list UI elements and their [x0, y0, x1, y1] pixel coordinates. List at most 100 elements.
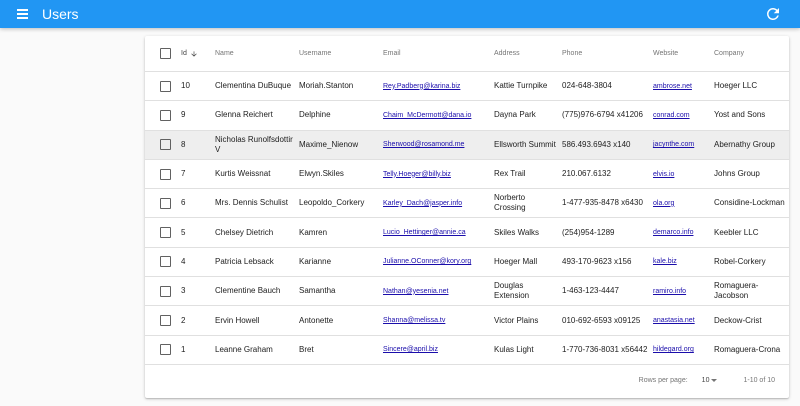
row-checkbox[interactable] [159, 285, 171, 297]
table-row[interactable]: 2 Ervin Howell Antonette Shanna@melissa.tv V… [145, 306, 789, 336]
cell-id: 10 [181, 81, 190, 91]
website-link[interactable]: anastasia.net [653, 317, 695, 324]
email-link[interactable]: Julianne.OConner@kory.org [383, 258, 471, 265]
row-select-cell [145, 285, 181, 297]
row-select-cell [145, 139, 181, 151]
email-link[interactable]: Sincere@april.biz [383, 346, 438, 353]
refresh-icon[interactable] [764, 5, 782, 23]
website-cell: kale.biz [653, 256, 714, 267]
column-header-company[interactable]: Company [714, 50, 789, 57]
website-link[interactable]: ambrose.net [653, 83, 692, 90]
cell-name: Patricia Lebsack [215, 256, 274, 266]
cell-company: Romaguera-Jacobson [714, 281, 759, 301]
cell-company: Deckow-Crist [714, 315, 762, 325]
row-checkbox[interactable] [159, 109, 171, 121]
website-link[interactable]: conrad.com [653, 112, 690, 119]
cell-id: 8 [181, 139, 186, 149]
cell-phone: 010-692-6593 x09125 [562, 315, 641, 325]
website-cell: elvis.io [653, 169, 714, 180]
table-row[interactable]: 9 Glenna Reichert Delphine Chaim_McDermott@… [145, 101, 789, 131]
cell-id: 2 [181, 315, 186, 325]
cell-address: Kulas Light [494, 344, 534, 354]
cell-address: Ellsworth Summit [494, 139, 556, 149]
pagination-range: 1-10 of 10 [743, 377, 775, 385]
cell-address: Norberto Crossing [494, 193, 526, 213]
table-row[interactable]: 6 Mrs. Dennis Schulist Leopoldo_Corkery Kar… [145, 189, 789, 219]
table-row[interactable]: 7 Kurtis Weissnat Elwyn.Skiles Telly.Hoeger… [145, 160, 789, 190]
cell-phone: 210.067.6132 [562, 169, 611, 179]
row-checkbox[interactable] [159, 139, 171, 151]
website-link[interactable]: jacynthe.com [653, 141, 694, 148]
row-checkbox[interactable] [159, 197, 171, 209]
email-link[interactable]: Rey.Padberg@karina.biz [383, 83, 460, 90]
cell-id: 4 [181, 256, 186, 266]
cell-username: Kamren [299, 227, 328, 237]
column-header-phone[interactable]: Phone [562, 50, 653, 57]
row-checkbox[interactable] [159, 80, 171, 92]
cell-name: Nicholas Runolfsdottir V [215, 134, 293, 154]
page-title: Users [42, 6, 79, 22]
email-link[interactable]: Karley_Dach@jasper.info [383, 200, 462, 207]
table-row[interactable]: 4 Patricia Lebsack Karianne Julianne.OConne… [145, 248, 789, 278]
dropdown-arrow-icon [711, 379, 718, 383]
table-row[interactable]: 10 Clementina DuBuque Moriah.Stanton Rey.Pa… [145, 72, 789, 102]
cell-phone: 024-648-3804 [562, 81, 612, 91]
column-header-username[interactable]: Username [299, 50, 383, 57]
cell-company: Romaguera-Crona [714, 344, 781, 354]
cell-company: Johns Group [714, 169, 760, 179]
table-row[interactable]: 1 Leanne Graham Bret Sincere@april.biz Kulas… [145, 336, 789, 365]
menu-icon[interactable] [12, 4, 32, 24]
table-row[interactable]: 8 Nicholas Runolfsdottir V Maxime_Nienow Sh… [145, 130, 789, 160]
column-header-id[interactable]: Id [181, 50, 215, 58]
cell-name: Glenna Reichert [215, 110, 273, 120]
cell-phone: 493-170-9623 x156 [562, 256, 632, 266]
row-select-cell [145, 256, 181, 268]
cell-username: Samantha [299, 286, 336, 296]
column-header-address[interactable]: Address [494, 50, 562, 57]
email-link[interactable]: Lucio_Hettinger@annie.ca [383, 229, 466, 236]
email-cell: Nathan@yesenia.net [383, 286, 494, 297]
row-select-cell [145, 80, 181, 92]
website-cell: ola.org [653, 198, 714, 209]
cell-company: Robel-Corkery [714, 256, 766, 266]
column-header-name[interactable]: Name [215, 50, 299, 57]
website-link[interactable]: kale.biz [653, 258, 677, 265]
email-link[interactable]: Shanna@melissa.tv [383, 317, 445, 324]
website-link[interactable]: ramiro.info [653, 288, 686, 295]
row-checkbox[interactable] [159, 168, 171, 180]
website-cell: demarco.info [653, 227, 714, 238]
cell-username: Moriah.Stanton [299, 81, 354, 91]
row-checkbox[interactable] [159, 315, 171, 327]
cell-id: 1 [181, 344, 186, 354]
row-select-cell [145, 168, 181, 180]
website-link[interactable]: ola.org [653, 200, 674, 207]
cell-username: Elwyn.Skiles [299, 169, 344, 179]
table-row[interactable]: 3 Clementine Bauch Samantha Nathan@yesenia.… [145, 277, 789, 307]
email-link[interactable]: Nathan@yesenia.net [383, 288, 448, 295]
column-header-email[interactable]: Email [383, 50, 494, 57]
column-header-website[interactable]: Website [653, 50, 714, 57]
website-cell: ambrose.net [653, 81, 714, 92]
website-link[interactable]: hildegard.org [653, 346, 694, 353]
rows-per-page-select[interactable]: 10 [702, 377, 718, 384]
row-checkbox[interactable] [159, 344, 171, 356]
row-checkbox[interactable] [159, 227, 171, 239]
email-cell: Rey.Padberg@karina.biz [383, 81, 494, 92]
website-cell: hildegard.org [653, 344, 714, 355]
cell-name: Chelsey Dietrich [215, 227, 274, 237]
cell-username: Bret [299, 344, 314, 354]
select-all-checkbox[interactable] [159, 48, 171, 59]
table-row[interactable]: 5 Chelsey Dietrich Kamren Lucio_Hettinger@a… [145, 218, 789, 248]
website-link[interactable]: demarco.info [653, 229, 693, 236]
email-link[interactable]: Telly.Hoeger@billy.biz [383, 171, 451, 178]
cell-username: Delphine [299, 110, 331, 120]
email-cell: Lucio_Hettinger@annie.ca [383, 227, 494, 238]
cell-company: Yost and Sons [714, 110, 766, 120]
row-checkbox[interactable] [159, 256, 171, 268]
website-cell: anastasia.net [653, 315, 714, 326]
website-link[interactable]: elvis.io [653, 171, 674, 178]
cell-address: Skiles Walks [494, 227, 540, 237]
email-link[interactable]: Chaim_McDermott@dana.io [383, 112, 471, 119]
email-link[interactable]: Sherwood@rosamond.me [383, 141, 464, 148]
cell-company: Abernathy Group [714, 139, 775, 149]
